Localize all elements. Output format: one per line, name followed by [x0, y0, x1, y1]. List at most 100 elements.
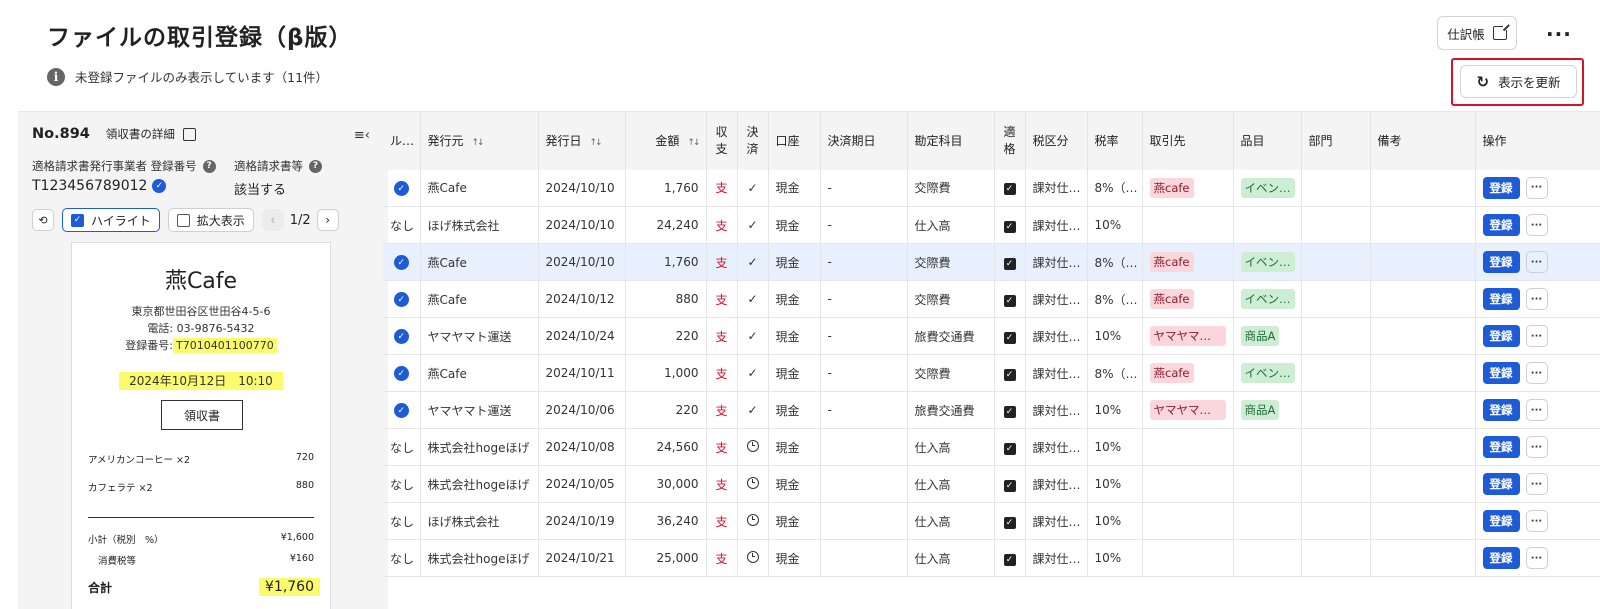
highlight-toggle[interactable]: ✓ ハイライト — [62, 208, 160, 232]
zoom-toggle[interactable]: 拡大表示 — [167, 208, 254, 232]
journal-button[interactable]: 仕訳帳 — [1437, 16, 1517, 50]
cell-ops: 登録 ··· — [1475, 243, 1600, 281]
cell-qualified[interactable]: ✓ — [994, 169, 1026, 207]
cell-item: イベン… — [1233, 169, 1302, 207]
settled-check-icon: ✓ — [747, 403, 758, 417]
cell-amount: 24,560 — [625, 428, 707, 466]
cell-qualified[interactable]: ✓ — [994, 502, 1026, 540]
item-tag: イベン… — [1240, 363, 1295, 383]
external-link-icon — [1492, 23, 1510, 40]
col-header-settle[interactable]: 決済 — [737, 111, 769, 170]
col-header-item[interactable]: 品目 — [1233, 111, 1302, 170]
col-header-amount[interactable]: 金額 ↑↓ — [625, 111, 707, 170]
col-header-date[interactable]: 発行日 ↑↓ — [538, 111, 626, 170]
row-more-button[interactable]: ··· — [1525, 399, 1548, 421]
sort-icon[interactable]: ↑↓ — [687, 138, 700, 148]
qualified-check-icon[interactable]: ✓ — [1003, 294, 1016, 307]
receipt-detail-link[interactable]: 領収書の詳細 — [106, 126, 175, 142]
table-row[interactable]: なし 株式会社hogeほげ 2024/10/05 30,000 支現金 仕入高 ✓ 課対仕… 1… — [383, 465, 1600, 503]
cell-issuer: 燕Cafe — [420, 354, 539, 392]
qualified-check-icon[interactable]: ✓ — [1003, 479, 1016, 492]
col-header-due[interactable]: 決済期日 — [820, 111, 908, 170]
sort-icon[interactable]: ↑↓ — [590, 138, 603, 148]
qualified-check-icon[interactable]: ✓ — [1003, 368, 1016, 381]
collapse-panel-icon[interactable]: ≡‹ — [354, 128, 370, 143]
table-row[interactable]: ✓ 燕Cafe 2024/10/12 880 支 ✓ 現金 - 交際費 ✓ 課対仕… 8%（… 燕caf… — [383, 280, 1600, 318]
cell-qualified[interactable]: ✓ — [994, 354, 1026, 392]
qualified-check-icon[interactable]: ✓ — [1003, 553, 1016, 566]
qualified-check-icon[interactable]: ✓ — [1003, 405, 1016, 418]
row-more-button[interactable]: ··· — [1525, 288, 1548, 310]
col-header-taxcls[interactable]: 税区分 — [1025, 111, 1088, 170]
table-row[interactable]: ✓ 燕Cafe 2024/10/11 1,000 支 ✓ 現金 - 交際費 ✓ 課対仕… 8%（… 燕c… — [383, 354, 1600, 392]
qualified-check-icon[interactable]: ✓ — [1003, 183, 1016, 196]
col-header-issuer[interactable]: 発行元 ↑↓ — [420, 111, 539, 170]
cell-qualified[interactable]: ✓ — [994, 428, 1026, 466]
row-more-button[interactable]: ··· — [1525, 510, 1548, 532]
register-button[interactable]: 登録 — [1482, 547, 1520, 569]
col-header-dept[interactable]: 部門 — [1301, 111, 1371, 170]
col-header-subject[interactable]: 勘定科目 — [907, 111, 995, 170]
table-row[interactable]: なし ほげ株式会社 2024/10/19 36,240 支現金 仕入高 ✓ 課対仕… 10% 登録… — [383, 502, 1600, 540]
row-more-button[interactable]: ··· — [1525, 251, 1548, 273]
table-row[interactable]: ✓ ヤマヤマト運送 2024/10/06 220 支 ✓ 現金 - 旅費交通費 ✓ 課対仕… 10% ヤ… — [383, 391, 1600, 429]
register-button[interactable]: 登録 — [1482, 510, 1520, 532]
qualified-check-icon[interactable]: ✓ — [1003, 257, 1016, 270]
register-button[interactable]: 登録 — [1482, 362, 1520, 384]
table-row[interactable]: ✓ 燕Cafe 2024/10/10 1,760 支 ✓ 現金 - 交際費 ✓ 課対仕… 8%（… 燕c… — [383, 169, 1600, 207]
qualified-check-icon[interactable]: ✓ — [1003, 220, 1016, 233]
col-header-partner[interactable]: 取引先 — [1142, 111, 1234, 170]
refresh-button[interactable]: ↻ 表示を更新 — [1460, 65, 1577, 98]
col-header-inout[interactable]: 収支 — [706, 111, 738, 170]
register-button[interactable]: 登録 — [1482, 251, 1520, 273]
rotate-icon[interactable]: ⟲ — [32, 209, 54, 231]
cell-qualified[interactable]: ✓ — [994, 243, 1026, 281]
external-link-icon[interactable] — [182, 127, 196, 141]
register-button[interactable]: 登録 — [1482, 436, 1520, 458]
table-row[interactable]: なし 株式会社hogeほげ 2024/10/21 25,000 支現金 仕入高 ✓ 課対仕… 1… — [383, 539, 1600, 577]
qualified-check-icon[interactable]: ✓ — [1003, 331, 1016, 344]
col-header-qualified[interactable]: 適格 — [994, 111, 1026, 170]
help-icon[interactable]: ? — [309, 159, 322, 173]
row-more-button[interactable]: ··· — [1525, 176, 1548, 199]
row-more-button[interactable]: ··· — [1525, 362, 1548, 384]
row-more-button[interactable]: ··· — [1525, 436, 1548, 458]
table-row[interactable]: ✓ 燕Cafe 2024/10/10 1,760 支 ✓ 現金 - 交際費 ✓ 課対仕… 8%（… 燕c… — [383, 243, 1600, 281]
cell-qualified[interactable]: ✓ — [994, 280, 1026, 318]
prev-page-button[interactable]: ‹ — [261, 209, 284, 231]
cell-qualified[interactable]: ✓ — [994, 317, 1026, 355]
help-icon[interactable]: ? — [202, 159, 216, 173]
register-button[interactable]: 登録 — [1482, 473, 1520, 495]
register-button[interactable]: 登録 — [1482, 325, 1520, 347]
qualified-check-icon[interactable]: ✓ — [1003, 516, 1016, 529]
register-button[interactable]: 登録 — [1482, 399, 1520, 421]
cell-issuer: 株式会社hogeほげ — [420, 539, 539, 577]
cell-taxcls: 課対仕… — [1025, 502, 1088, 540]
cell-qualified[interactable]: ✓ — [994, 539, 1026, 577]
register-button[interactable]: 登録 — [1482, 176, 1520, 199]
more-menu-button[interactable]: ··· — [1546, 22, 1572, 46]
register-button[interactable]: 登録 — [1482, 214, 1520, 236]
cell-memo — [1370, 317, 1476, 355]
col-header-rate[interactable]: 税率 — [1087, 111, 1143, 170]
cell-qualified[interactable]: ✓ — [994, 206, 1026, 244]
registrant-value: T123456789012 ✓ — [32, 178, 167, 194]
cell-qualified[interactable]: ✓ — [994, 391, 1026, 429]
table-row[interactable]: なし ほげ株式会社 2024/10/10 24,240 支 ✓ 現金 - 仕入高 ✓ 課対仕… 10%… — [383, 206, 1600, 244]
cell-memo — [1370, 539, 1476, 577]
col-header-rule[interactable]: ル… — [383, 111, 421, 170]
row-more-button[interactable]: ··· — [1525, 214, 1548, 236]
row-more-button[interactable]: ··· — [1525, 473, 1548, 495]
col-header-account[interactable]: 口座 — [768, 111, 821, 170]
next-page-button[interactable]: › — [316, 209, 339, 231]
table-row[interactable]: なし 株式会社hogeほげ 2024/10/08 24,560 支現金 仕入高 ✓ 課対仕… 1… — [383, 428, 1600, 466]
sort-icon[interactable]: ↑↓ — [472, 138, 485, 148]
table-row[interactable]: ✓ ヤマヤマト運送 2024/10/24 220 支 ✓ 現金 - 旅費交通費 ✓ 課対仕… 10% ヤ… — [383, 317, 1600, 355]
row-more-button[interactable]: ··· — [1525, 547, 1548, 569]
qualified-check-icon[interactable]: ✓ — [1003, 442, 1016, 455]
total-value: ¥1,760 — [259, 578, 320, 596]
row-more-button[interactable]: ··· — [1525, 325, 1548, 347]
col-header-memo[interactable]: 備考 — [1370, 111, 1476, 170]
cell-qualified[interactable]: ✓ — [994, 465, 1026, 503]
register-button[interactable]: 登録 — [1482, 288, 1520, 310]
